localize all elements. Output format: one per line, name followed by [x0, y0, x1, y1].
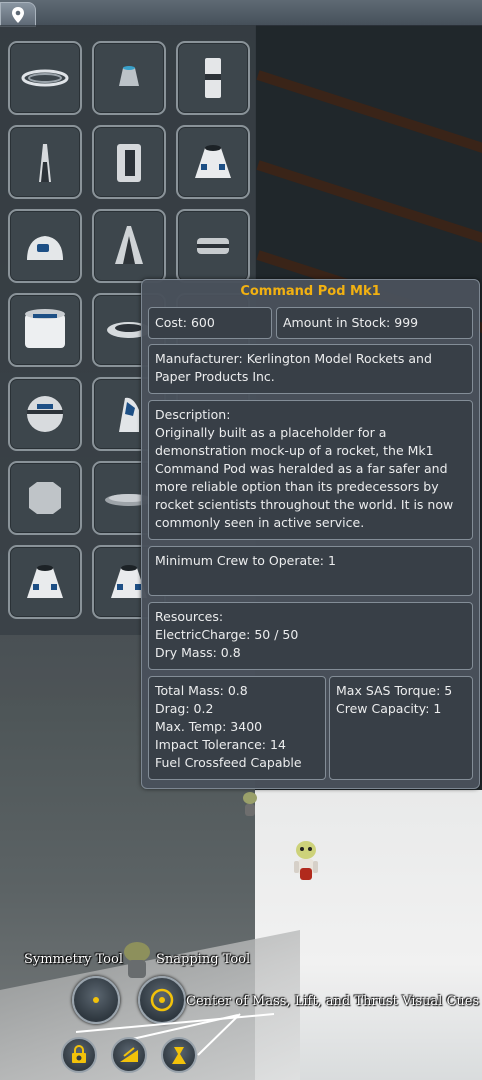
cylinder-tall-part-icon: [205, 58, 221, 98]
part-cell-cockpit-cone[interactable]: [92, 209, 166, 283]
kerbal-figure: [243, 792, 257, 816]
stock-text: Amount in Stock: 999: [283, 315, 419, 330]
snapping-icon: [150, 988, 174, 1012]
part-cell-capsule-small[interactable]: [8, 125, 82, 199]
kerbal-figure: [124, 942, 150, 978]
part-title: Command Pod Mk1: [240, 284, 381, 299]
part-cell-nose-cone[interactable]: [92, 41, 166, 115]
description-text: Originally built as a placeholder for a …: [155, 425, 454, 530]
center-of-mass-button[interactable]: [61, 1037, 97, 1073]
snapping-tool-button[interactable]: [138, 976, 186, 1024]
capsule-tall-part-icon: [39, 144, 51, 182]
kerbal-figure: [294, 841, 318, 880]
pod-part-icon: [195, 145, 231, 178]
min-crew-text: Minimum Crew to Operate: 1: [155, 553, 336, 568]
snapping-tool-label: Snapping Tool: [156, 952, 251, 967]
octagon-part-icon: [29, 482, 61, 514]
part-cell-rcs-tank[interactable]: [176, 41, 250, 115]
cone-small-part-icon: [119, 66, 139, 86]
max-sas-torque-text: Max SAS Torque: 5: [336, 683, 453, 698]
cost-box: Cost: 600: [148, 307, 272, 339]
impact-tolerance-text: Impact Tolerance: 14: [155, 737, 286, 752]
part-cell-hitchhiker-module[interactable]: [8, 293, 82, 367]
description-box: Description: Originally built as a place…: [148, 400, 473, 540]
description-label: Description:: [155, 407, 231, 422]
crew-capacity-text: Crew Capacity: 1: [336, 701, 442, 716]
max-temp-text: Max. Temp: 3400: [155, 719, 263, 734]
resources-box: Resources: ElectricCharge: 50 / 50 Dry M…: [148, 602, 473, 670]
electric-charge-text: ElectricCharge: 50 / 50: [155, 627, 299, 642]
pod-part-icon: [27, 565, 63, 598]
category-tab[interactable]: [0, 2, 36, 27]
part-cell-decoupler-ring[interactable]: [8, 41, 82, 115]
stats-right-box: Max SAS Torque: 5 Crew Capacity: 1: [329, 676, 473, 780]
center-of-mass-icon: [72, 1045, 86, 1063]
dry-mass-text: Dry Mass: 0.8: [155, 645, 241, 660]
part-cell-tank-disc[interactable]: [176, 209, 250, 283]
symmetry-tool-label: Symmetry Tool: [24, 952, 123, 967]
part-cell-sphere-pod[interactable]: [8, 377, 82, 451]
fuel-crossfeed-text: Fuel Crossfeed Capable: [155, 755, 302, 770]
center-of-lift-icon: [120, 1047, 138, 1062]
manufacturer-text: Manufacturer: Kerlington Model Rockets a…: [155, 351, 432, 384]
symmetry-icon: [93, 997, 99, 1003]
disc-part-icon: [197, 238, 229, 254]
center-of-thrust-button[interactable]: [161, 1037, 197, 1073]
symmetry-tool-button[interactable]: [72, 976, 120, 1024]
cone-part-icon: [115, 226, 143, 264]
stats-left-box: Total Mass: 0.8 Drag: 0.2 Max. Temp: 340…: [148, 676, 326, 780]
drag-text: Drag: 0.2: [155, 701, 214, 716]
sphere-part-icon: [27, 396, 63, 432]
center-of-lift-button[interactable]: [111, 1037, 147, 1073]
part-cell-command-pod-large[interactable]: [176, 125, 250, 199]
top-bar: [0, 0, 482, 27]
crew-box: Minimum Crew to Operate: 1: [148, 546, 473, 596]
total-mass-text: Total Mass: 0.8: [155, 683, 248, 698]
part-cell-fuel-cylinder[interactable]: [92, 125, 166, 199]
pod-round-part-icon: [27, 236, 63, 260]
ring-part-icon: [21, 69, 69, 87]
manufacturer-box: Manufacturer: Kerlington Model Rockets a…: [148, 344, 473, 394]
part-cell-command-pod-mk1[interactable]: [8, 545, 82, 619]
part-cell-battery-pack[interactable]: [8, 461, 82, 535]
cost-text: Cost: 600: [155, 315, 215, 330]
stock-box: Amount in Stock: 999: [276, 307, 473, 339]
part-cell-command-pod-lander[interactable]: [8, 209, 82, 283]
resources-label: Resources:: [155, 609, 224, 624]
visual-cues-label: Center of Mass, Lift, and Thrust Visual …: [186, 994, 480, 1009]
cylinder-part-icon: [117, 144, 141, 182]
map-pin-icon: [12, 7, 24, 23]
center-of-thrust-icon: [172, 1047, 186, 1064]
part-info-tooltip: Command Pod Mk1 Cost: 600 Amount in Stoc…: [141, 279, 480, 789]
cylinder-wide-part-icon: [25, 309, 65, 348]
